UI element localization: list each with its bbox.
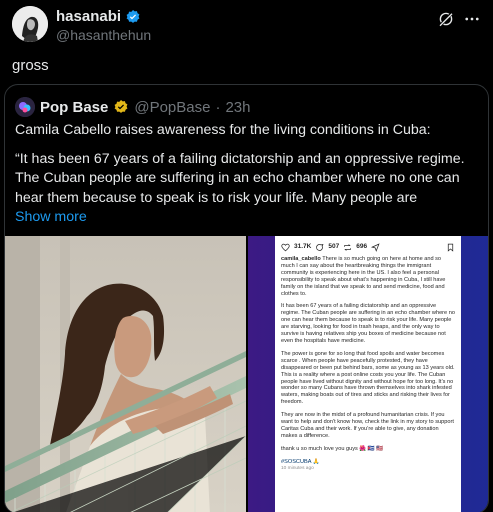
caption-text: There is so much going on here at home a…	[281, 256, 446, 297]
separator-dot: ·	[215, 98, 221, 116]
likes-count: 31.7K	[294, 242, 312, 250]
hashtag-link[interactable]: #SOSCUBA 🙏	[281, 459, 455, 466]
instagram-action-bar: 31.7K 507 696	[281, 241, 455, 253]
caption-paragraph: It has been 67 years of a failing dictat…	[281, 303, 455, 344]
quoted-time[interactable]: 23h	[225, 99, 250, 116]
tweet-text: gross	[12, 57, 49, 74]
author-handle[interactable]: @hasanthehun	[56, 27, 151, 43]
comment-icon[interactable]	[315, 243, 324, 252]
verified-badge-icon	[126, 9, 140, 23]
quoted-author-name[interactable]: Pop Base	[40, 99, 108, 116]
instagram-caption: camila_cabello There is so much going on…	[281, 256, 455, 472]
quoted-avatar[interactable]	[15, 97, 35, 117]
heart-icon[interactable]	[281, 243, 290, 252]
repost-icon[interactable]	[343, 243, 352, 252]
verified-badge-icon	[114, 100, 128, 113]
quoted-header: Pop Base @PopBase · 23h	[15, 97, 251, 117]
author-name-text: hasanabi	[56, 8, 122, 25]
quoted-author-handle[interactable]: @PopBase	[134, 99, 210, 116]
instagram-caption-card: 31.7K 507 696 camila_cabello There is so…	[275, 236, 461, 512]
caption-paragraph: They are now in the midst of a profound …	[281, 412, 454, 439]
more-options-icon[interactable]	[463, 10, 481, 28]
comments-count: 507	[328, 242, 340, 250]
tweet-header: hasanabi @hasanthehun	[12, 6, 481, 46]
author-name[interactable]: hasanabi	[56, 8, 141, 25]
quoted-body: “It has been 67 years of a failing dicta…	[15, 150, 465, 206]
share-icon[interactable]	[371, 242, 380, 252]
caption-paragraph: The power is gone for so long that food …	[281, 350, 455, 406]
caption-paragraph: camila_cabello There is so much going on…	[281, 256, 455, 297]
caption-signoff: thank u so much love you guys 🌺 🇨🇺 🇺🇸	[281, 445, 384, 452]
quoted-text: Camila Cabello raises awareness for the …	[15, 121, 481, 228]
quoted-tweet[interactable]: Pop Base @PopBase · 23h Camila Cabello r…	[4, 84, 489, 512]
post-timestamp: 10 minutes ago	[281, 465, 314, 471]
show-more-link[interactable]: Show more	[15, 208, 481, 228]
instagram-screenshot[interactable]: 31.7K 507 696 camila_cabello There is so…	[248, 236, 488, 512]
bookmark-icon[interactable]	[446, 243, 455, 252]
photo-camila[interactable]	[5, 236, 246, 512]
avatar[interactable]	[12, 6, 48, 42]
grok-icon[interactable]	[437, 10, 455, 28]
quoted-headline: Camila Cabello raises awareness for the …	[15, 122, 431, 138]
media-grid: 31.7K 507 696 camila_cabello There is so…	[5, 236, 488, 512]
instagram-username[interactable]: camila_cabello	[281, 256, 321, 262]
shares-count: 696	[356, 242, 368, 250]
